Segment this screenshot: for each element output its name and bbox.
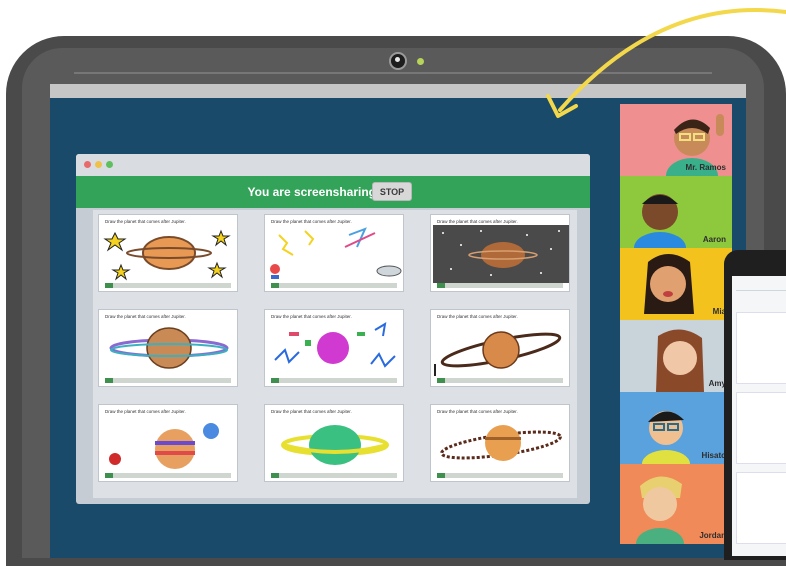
slide-footer (105, 283, 231, 288)
student-slide[interactable]: Draw the planet that comes after Jupiter… (98, 309, 238, 387)
planet-drawing (440, 425, 562, 461)
student-slide[interactable]: Draw the planet that comes after Jupiter… (264, 404, 404, 482)
planet-drawing (281, 425, 389, 465)
slide-prompt: Draw the planet that comes after Jupiter… (105, 219, 186, 224)
participant-tile[interactable]: Mia (620, 248, 732, 320)
student-slide[interactable]: Draw the planet that comes after Jupiter… (264, 309, 404, 387)
participant-name: Jordan (699, 531, 726, 540)
slide-footer (437, 283, 563, 288)
slide-prompt: Draw the planet that comes after Jupiter… (271, 219, 352, 224)
window-maximize-dot[interactable] (106, 161, 113, 168)
slide-prompt: Draw the planet that comes after Jupiter… (437, 314, 518, 319)
planet-drawing (274, 322, 396, 368)
student-slide[interactable]: Draw the planet that comes after Jupiter… (430, 309, 570, 387)
slide-prompt: Draw the planet that comes after Jupiter… (437, 409, 518, 414)
phone-screen (732, 276, 786, 556)
participant-tile[interactable]: Jordan (620, 464, 732, 544)
planet-drawing (434, 331, 562, 376)
slide-footer (437, 378, 563, 383)
window-titlebar (76, 154, 590, 176)
student-slide[interactable]: Draw the planet that comes after Jupiter… (430, 404, 570, 482)
window-minimize-dot[interactable] (95, 161, 102, 168)
slide-prompt: Draw the planet that comes after Jupiter… (271, 409, 352, 414)
participant-tile[interactable]: Aaron (620, 176, 732, 248)
planet-drawing (109, 327, 229, 369)
screenshare-status-text: You are screensharing (247, 185, 377, 199)
slide-footer (105, 378, 231, 383)
camera-icon (389, 52, 407, 70)
stop-sharing-button[interactable]: STOP (372, 182, 412, 201)
curved-arrow-icon (546, 8, 786, 118)
student-slide[interactable]: Draw the planet that comes after Jupiter… (430, 214, 570, 292)
participant-tile[interactable]: Hisato (620, 392, 732, 464)
slide-footer (437, 473, 563, 478)
participant-name: Aaron (702, 235, 726, 244)
slide-prompt: Draw the planet that comes after Jupiter… (105, 409, 186, 414)
camera-led (417, 58, 424, 65)
slide-prompt: Draw the planet that comes after Jupiter… (437, 219, 518, 224)
slide-footer (105, 473, 231, 478)
planet-drawing (433, 225, 569, 283)
slide-footer (271, 378, 397, 383)
participant-name: Mr. Ramos (685, 163, 726, 172)
slide-prompt: Draw the planet that comes after Jupiter… (271, 314, 352, 319)
student-slide[interactable]: Draw the planet that comes after Jupiter… (98, 214, 238, 292)
participant-strip: Mr. Ramos Aaron Mia Amy Hisato Jordan (620, 104, 732, 544)
participant-tile[interactable]: Amy (620, 320, 732, 392)
planet-drawing (103, 229, 231, 281)
participant-name: Hisato (701, 451, 726, 460)
slide-footer (271, 473, 397, 478)
planet-drawing (109, 423, 219, 469)
student-slide[interactable]: Draw the planet that comes after Jupiter… (264, 214, 404, 292)
window-close-dot[interactable] (84, 161, 91, 168)
slide-prompt: Draw the planet that comes after Jupiter… (105, 314, 186, 319)
slide-footer (271, 283, 397, 288)
planet-drawing (270, 227, 402, 279)
student-slide[interactable]: Draw the planet that comes after Jupiter… (98, 404, 238, 482)
